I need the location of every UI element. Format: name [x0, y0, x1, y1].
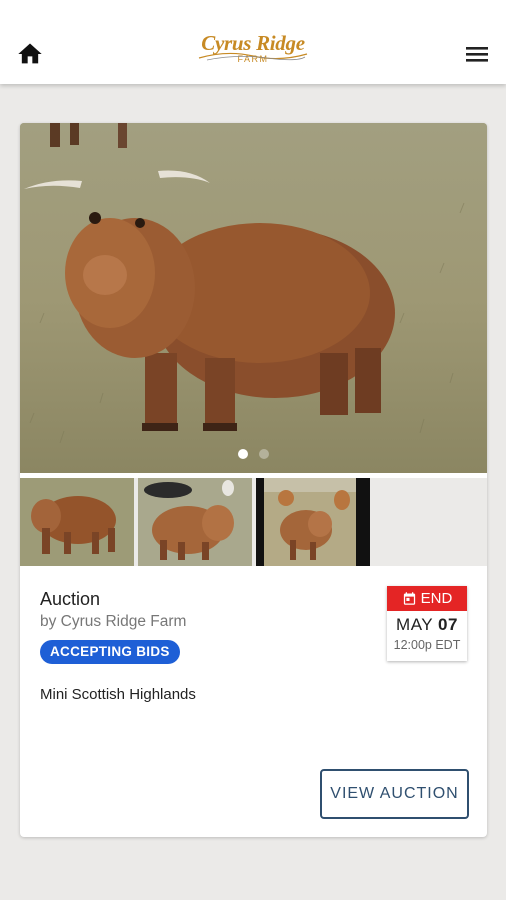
end-time: 12:00p EDT — [393, 638, 461, 652]
menu-icon — [466, 47, 488, 62]
end-day: 07 — [438, 615, 458, 634]
end-date: MAY 07 — [387, 615, 467, 635]
auction-card: Auction by Cyrus Ridge Farm ACCEPTING BI… — [20, 123, 487, 837]
thumbnail-1-photo — [20, 478, 134, 566]
thumbnail-3-photo — [256, 478, 370, 566]
view-auction-button[interactable]: VIEW AUCTION — [320, 769, 469, 819]
status-badge: ACCEPTING BIDS — [40, 640, 180, 664]
farm-logo[interactable]: Cyrus Ridge FARM — [193, 28, 313, 74]
home-button[interactable] — [16, 40, 44, 68]
carousel-dot-active[interactable] — [238, 449, 249, 459]
end-label: END — [420, 590, 453, 607]
auction-byline[interactable]: by Cyrus Ridge Farm — [40, 613, 186, 631]
end-date-header: END — [387, 586, 467, 611]
thumbnail-strip — [20, 478, 487, 566]
logo-swoosh-icon — [198, 52, 308, 61]
auction-description: Mini Scottish Highlands — [40, 686, 196, 703]
top-app-bar: Cyrus Ridge FARM — [0, 0, 506, 84]
carousel-dot[interactable] — [258, 449, 269, 459]
calendar-icon — [403, 592, 415, 605]
auction-title: Auction — [40, 589, 101, 609]
carousel-dots — [20, 446, 487, 464]
highland-cow-photo — [20, 123, 487, 473]
thumbnail-2[interactable] — [138, 478, 252, 566]
end-month: MAY — [396, 615, 433, 634]
thumbnail-3[interactable] — [256, 478, 370, 566]
menu-button[interactable] — [462, 40, 492, 68]
hero-image[interactable] — [20, 123, 487, 473]
end-date-box: END MAY 07 12:00p EDT — [387, 586, 467, 661]
thumbnail-2-photo — [138, 478, 252, 566]
thumbnail-1[interactable] — [20, 478, 134, 566]
home-icon — [18, 43, 42, 64]
